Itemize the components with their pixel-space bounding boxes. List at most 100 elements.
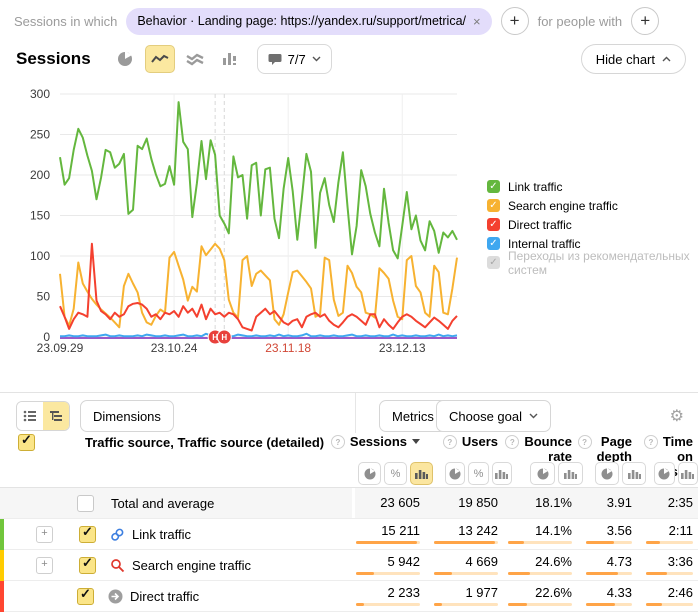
metric-mini-bar [434,603,498,606]
select-all-checkbox[interactable] [18,434,35,451]
series-line [60,334,457,336]
table-row[interactable]: + Direct traffic 2 233 1 977 22.6% [0,581,698,612]
metric-value: 5 942 [387,555,420,569]
percent-toggle-button[interactable]: % [468,462,488,485]
metric-header-label: Page depth [597,434,632,464]
table-toolbar: Dimensions Metrics Choose goal ⚙ [16,400,698,432]
add-people-filter-button[interactable]: + [631,7,659,35]
segment-chip[interactable]: Behavior · Landing page: https://yandex.… [126,8,491,35]
help-icon[interactable]: ? [644,435,658,449]
metric-value: 18.1% [535,496,572,510]
annotation-marker-label: Н [221,333,227,342]
help-icon[interactable]: ? [505,435,519,449]
row-label[interactable]: Direct traffic [130,589,199,604]
traffic-source-table: + Total and average 23 605 19 850 18.1% [0,488,698,612]
column-chart-type-button[interactable] [215,45,245,73]
pie-toggle-button[interactable] [530,462,555,485]
comments-dropdown[interactable]: 7/7 [257,44,332,74]
metric-mini-bar [586,603,632,606]
metric-mini-bar [434,572,498,575]
metric-cell: 2:46 [646,581,698,611]
comment-bubble-icon [268,53,282,66]
expand-row-button[interactable]: + [36,526,53,543]
row-checkbox[interactable] [77,588,94,605]
metric-value: 2:46 [668,586,693,600]
legend-checkbox[interactable]: ✓ [487,256,500,269]
help-icon[interactable]: ? [443,435,457,449]
legend-checkbox[interactable]: ✓ [487,180,500,193]
bars-toggle-button[interactable] [558,462,583,485]
legend-item[interactable]: ✓ Link traffic [487,177,698,196]
legend-item[interactable]: ✓ Переходы из рекомендательных систем [487,253,698,272]
table-row[interactable]: + Total and average 23 605 19 850 18.1% [0,488,698,519]
percent-display-icon: % [474,468,484,480]
pie-toggle-button[interactable] [445,462,465,485]
legend-checkbox[interactable]: ✓ [487,199,500,212]
metric-cell: 14.1% [512,519,586,549]
y-axis-tick: 200 [30,168,50,182]
legend-item[interactable]: ✓ Search engine traffic [487,196,698,215]
pie-toggle-button[interactable] [595,462,619,485]
bars-toggle-button[interactable] [492,462,512,485]
row-checkbox[interactable] [79,526,96,543]
row-checkbox[interactable] [77,495,94,512]
metric-mini-bar [508,572,572,575]
metric-value: 4.33 [607,586,632,600]
expand-row-button[interactable]: + [36,557,53,574]
metric-value: 22.6% [535,586,572,600]
pie-toggle-button[interactable] [654,462,675,485]
legend-item[interactable]: ✓ Direct traffic [487,215,698,234]
gear-icon[interactable]: ⚙ [670,406,684,426]
percent-display-icon: % [391,468,401,480]
legend-label: Link traffic [508,180,562,194]
metric-value: 4 669 [465,555,498,569]
hide-chart-button[interactable]: Hide chart [581,44,686,74]
flat-list-view-button[interactable] [17,402,43,430]
help-icon[interactable]: ? [331,435,345,449]
metric-header-label: Bounce rate [524,434,572,464]
chevron-down-icon [529,413,538,419]
sort-desc-icon [412,439,420,444]
metric-cell: 15 211 [355,519,433,549]
metric-cell: 2:11 [646,519,698,549]
choose-goal-dropdown[interactable]: Choose goal [436,400,551,432]
legend-checkbox[interactable]: ✓ [487,237,500,250]
dimensions-button[interactable]: Dimensions [80,400,174,432]
row-checkbox[interactable] [79,557,96,574]
pie-display-icon [601,468,613,480]
row-label[interactable]: Search engine traffic [132,558,251,573]
metric-cell: 3.56 [586,519,646,549]
pie-chart-type-button[interactable] [110,45,140,73]
plus-icon: + [640,11,650,31]
help-icon[interactable]: ? [578,435,592,449]
metric-mini-bar [646,572,693,575]
dimensions-label: Dimensions [93,409,161,424]
metric-header-label: Sessions [350,434,407,449]
flat-list-icon [23,410,37,422]
table-row[interactable]: + Search engine traffic 5 942 4 669 24.6… [0,550,698,581]
percent-toggle-button[interactable]: % [384,462,407,485]
column-chart-icon [222,52,238,66]
metric-cell: 23 605 [355,488,433,518]
pie-display-icon [364,468,376,480]
add-segment-button[interactable]: + [501,7,529,35]
metric-cell: 2:35 [646,488,698,518]
metric-mini-bar [508,541,572,544]
bars-toggle-button[interactable] [410,462,433,485]
legend-checkbox[interactable]: ✓ [487,218,500,231]
bars-toggle-button[interactable] [622,462,646,485]
row-label[interactable]: Link traffic [132,527,191,542]
pie-toggle-button[interactable] [358,462,381,485]
stacked-area-type-button[interactable] [180,45,210,73]
for-people-with-label: for people with [538,14,623,29]
x-axis-tick: 23.09.29 [37,341,84,355]
row-label[interactable]: Total and average [111,496,214,511]
metric-cell: 13 242 [433,519,512,549]
metric-value: 3:36 [668,555,693,569]
tree-view-button[interactable] [43,402,69,430]
line-chart-type-button[interactable] [145,45,175,73]
table-row[interactable]: + Link traffic 15 211 13 242 14.1% [0,519,698,550]
close-icon[interactable]: × [473,14,481,29]
bars-toggle-button[interactable] [678,462,698,485]
metric-mini-bar [646,603,693,606]
